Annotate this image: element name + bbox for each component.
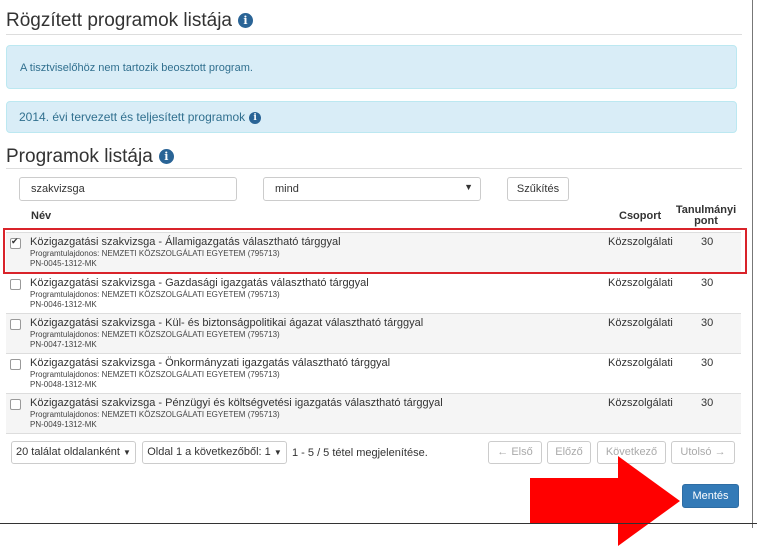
table-row[interactable]: Közigazgatási szakvizsga - Gazdasági iga… (6, 273, 741, 313)
info-icon[interactable]: i (158, 149, 174, 164)
info-icon[interactable]: i (238, 13, 253, 28)
program-name: Közigazgatási szakvizsga - Pénzügyi és k… (30, 397, 443, 409)
planned-programs-panel[interactable]: 2014. évi tervezett és teljesített progr… (6, 101, 737, 133)
program-code: PN-0048-1312-MK (30, 380, 97, 389)
row-checkbox[interactable] (10, 399, 21, 410)
table-row[interactable]: Közigazgatási szakvizsga - Pénzügyi és k… (6, 393, 741, 433)
program-name: Közigazgatási szakvizsga - Kül- és bizto… (30, 317, 424, 329)
program-group: Közszolgálati (608, 397, 673, 409)
filter-select[interactable]: mind ▼ (263, 177, 481, 201)
program-points: 30 (701, 317, 714, 329)
last-page-button[interactable]: Utolsó → (671, 441, 735, 464)
program-owner: Programtulajdonos: NEMZETI KÖZSZOLGÁLATI… (30, 410, 280, 419)
program-code: PN-0046-1312-MK (30, 300, 97, 309)
program-points: 30 (701, 357, 714, 369)
column-header-name[interactable]: Név (31, 210, 51, 222)
info-icon[interactable]: i (249, 112, 262, 124)
page: Rögzített programok listája i A tisztvise… (0, 0, 752, 546)
program-points: 30 (701, 397, 714, 409)
caret-down-icon: ▼ (123, 448, 131, 457)
caret-down-icon: ▼ (464, 182, 473, 192)
column-header-group[interactable]: Csoport (619, 210, 661, 222)
divider (6, 168, 742, 169)
row-checkbox[interactable] (10, 319, 21, 330)
selected-row-highlight (3, 228, 747, 274)
narrow-button[interactable]: Szűkítés (507, 177, 569, 201)
page-border (752, 0, 753, 528)
page-dropdown[interactable]: Oldal 1 a következőből: 1 ▼ (142, 441, 287, 464)
pager-info: 1 - 5 / 5 tétel megjelenítése. (292, 447, 428, 459)
row-checkbox[interactable] (10, 359, 21, 370)
divider (6, 433, 741, 434)
program-owner: Programtulajdonos: NEMZETI KÖZSZOLGÁLATI… (30, 370, 280, 379)
program-code: PN-0047-1312-MK (30, 340, 97, 349)
search-input[interactable]: szakvizsga (19, 177, 237, 201)
arrow-right-icon (530, 456, 680, 546)
table-row[interactable]: Közigazgatási szakvizsga - Önkormányzati… (6, 353, 741, 393)
per-page-dropdown[interactable]: 20 találat oldalanként ▼ (11, 441, 136, 464)
caret-down-icon: ▼ (273, 448, 282, 457)
program-name: Közigazgatási szakvizsga - Önkormányzati… (30, 357, 391, 369)
programs-title: Programok listája i (6, 146, 174, 168)
program-group: Közszolgálati (608, 317, 673, 329)
program-owner: Programtulajdonos: NEMZETI KÖZSZOLGÁLATI… (30, 330, 280, 339)
program-name: Közigazgatási szakvizsga - Gazdasági iga… (30, 277, 369, 289)
divider (6, 34, 742, 35)
no-program-alert: A tisztviselőhöz nem tartozik beosztott … (6, 45, 737, 89)
section-title: Rögzített programok listája i (6, 10, 253, 32)
table-row[interactable]: Közigazgatási szakvizsga - Kül- és bizto… (6, 313, 741, 353)
column-header-points[interactable]: Tanulmányi pont (666, 205, 746, 227)
planned-programs-title: 2014. évi tervezett és teljesített progr… (19, 110, 246, 124)
program-owner: Programtulajdonos: NEMZETI KÖZSZOLGÁLATI… (30, 290, 280, 299)
window-edge (0, 523, 757, 524)
program-points: 30 (701, 277, 714, 289)
save-button[interactable]: Mentés (682, 484, 739, 508)
program-group: Közszolgálati (608, 277, 673, 289)
program-group: Közszolgálati (608, 357, 673, 369)
row-checkbox[interactable] (10, 279, 21, 290)
program-code: PN-0049-1312-MK (30, 420, 97, 429)
